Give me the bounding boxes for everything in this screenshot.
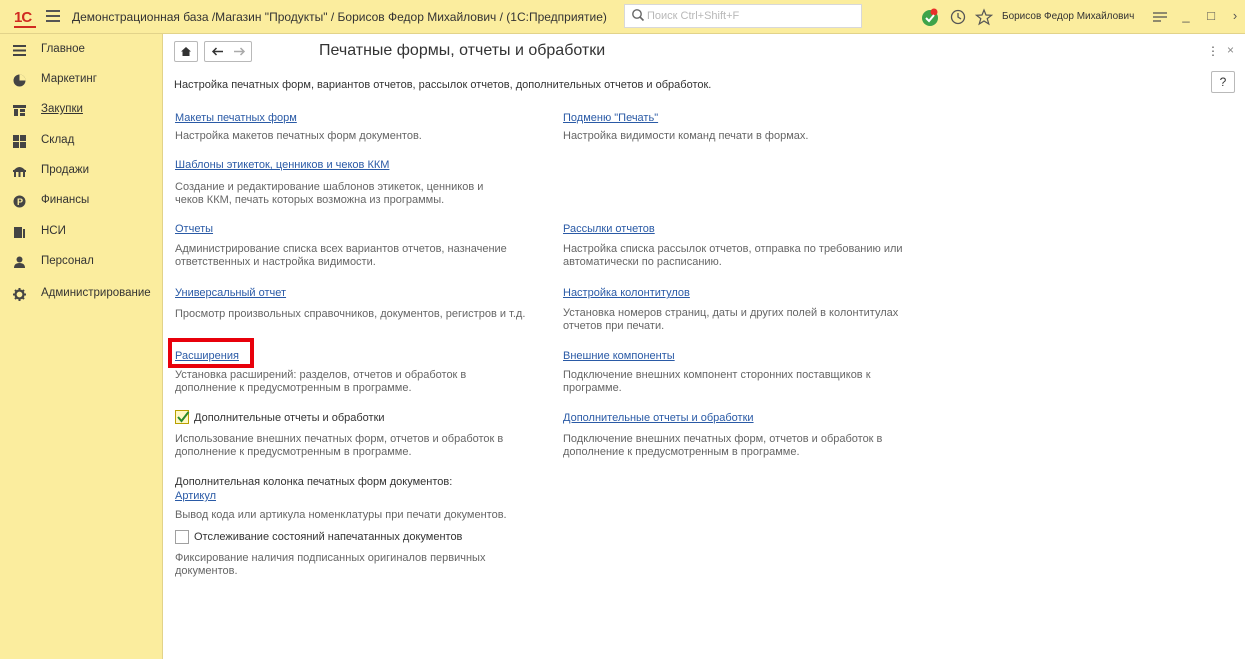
sections-panel: Главное Маркетинг Закупки Склад Продажи … <box>0 34 163 659</box>
report-mailing-link[interactable]: Рассылки отчетов <box>563 223 655 235</box>
sidebar-item-warehouse[interactable]: Склад <box>0 130 163 154</box>
global-search[interactable] <box>624 4 862 28</box>
sidebar-item-sales[interactable]: Продажи <box>0 160 163 184</box>
report-mailing-desc-2: автоматически по расписанию. <box>563 256 722 268</box>
nsi-icon <box>14 227 25 238</box>
back-arrow-icon[interactable] <box>208 42 228 61</box>
sidebar-item-administration[interactable]: Администрирование <box>0 283 163 307</box>
sidebar-item-label: Финансы <box>41 194 90 206</box>
svg-text:Р: Р <box>17 197 23 207</box>
favorites-star-icon[interactable] <box>974 7 994 27</box>
close-window-icon[interactable]: › <box>1226 6 1244 26</box>
extra-column-label: Дополнительная колонка печатных форм док… <box>175 476 453 488</box>
purchases-icon <box>13 105 26 116</box>
external-components-link[interactable]: Внешние компоненты <box>563 350 675 362</box>
forward-arrow-icon[interactable] <box>229 42 249 61</box>
external-components-desc-1: Подключение внешних компонент сторонних … <box>563 369 871 381</box>
home-button[interactable] <box>174 41 198 62</box>
sidebar-item-label: Маркетинг <box>41 73 97 85</box>
sidebar-item-marketing[interactable]: Маркетинг <box>0 69 163 93</box>
additional-reports-label[interactable]: Дополнительные отчеты и обработки <box>194 412 385 424</box>
reports-link[interactable]: Отчеты <box>175 223 213 235</box>
reports-desc-1: Администрирование списка всех вариантов … <box>175 243 507 255</box>
sidebar-item-label: Главное <box>41 43 85 55</box>
checkmark-icon <box>177 411 190 423</box>
history-icon[interactable] <box>948 7 968 27</box>
warehouse-icon <box>13 135 26 148</box>
more-actions-icon[interactable]: ⋮ <box>1207 44 1219 58</box>
tracking-desc-2: документов. <box>175 565 238 577</box>
maximize-icon[interactable]: □ <box>1200 6 1222 26</box>
extensions-desc-2: дополнение к предусмотренным в программе… <box>175 382 412 394</box>
gear-icon <box>13 288 26 301</box>
external-components-desc-2: программе. <box>563 382 622 394</box>
reports-desc-2: ответственных и настройка видимости. <box>175 256 376 268</box>
report-mailing-desc-1: Настройка списка рассылок отчетов, отпра… <box>563 243 903 255</box>
sidebar-item-personnel[interactable]: Персонал <box>0 251 163 275</box>
close-form-icon[interactable]: × <box>1227 43 1234 57</box>
sidebar-item-nsi[interactable]: НСИ <box>0 221 163 245</box>
personnel-icon <box>14 256 25 268</box>
finance-icon: Р <box>13 195 26 208</box>
article-desc: Вывод кода или артикула номенклатуры при… <box>175 509 507 521</box>
page-description: Настройка печатных форм, вариантов отчет… <box>174 79 712 91</box>
search-input[interactable] <box>647 8 847 24</box>
minimize-icon[interactable]: _ <box>1175 6 1197 26</box>
sidebar-item-purchases[interactable]: Закупки <box>0 99 163 123</box>
additional-reports-right-desc-1: Подключение внешних печатных форм, отчет… <box>563 433 883 445</box>
headers-footers-desc-2: отчетов при печати. <box>563 320 665 332</box>
print-submenu-desc: Настройка видимости команд печати в форм… <box>563 130 809 142</box>
additional-reports-link[interactable]: Дополнительные отчеты и обработки <box>563 412 754 424</box>
additional-reports-desc-2: дополнение к предусмотренным в программе… <box>175 446 412 458</box>
sidebar-item-label: Администрирование <box>41 287 151 299</box>
print-forms-desc: Настройка макетов печатных форм документ… <box>175 130 422 142</box>
help-button[interactable]: ? <box>1211 71 1235 93</box>
sales-icon <box>13 167 26 177</box>
settings-icon[interactable] <box>1150 7 1170 27</box>
print-submenu-link[interactable]: Подменю "Печать" <box>563 112 658 124</box>
tracking-checkbox[interactable] <box>175 530 189 544</box>
history-nav[interactable] <box>204 41 252 62</box>
marketing-icon <box>13 74 26 87</box>
label-templates-desc-1: Создание и редактирование шаблонов этике… <box>175 181 484 193</box>
notifications-icon[interactable] <box>920 7 940 27</box>
sidebar-item-label: Персонал <box>41 255 94 267</box>
sidebar-item-main[interactable]: Главное <box>0 39 163 63</box>
additional-reports-right-desc-2: дополнение к предусмотренным в программе… <box>563 446 800 458</box>
print-forms-link[interactable]: Макеты печатных форм <box>175 112 297 124</box>
window-title: Демонстрационная база /Магазин "Продукты… <box>72 10 607 24</box>
sidebar-item-label: Продажи <box>41 164 90 176</box>
sidebar-item-label: Закупки <box>41 103 83 115</box>
additional-reports-desc-1: Использование внешних печатных форм, отч… <box>175 433 504 445</box>
label-templates-desc-2: чеков ККМ, печать которых возможна из пр… <box>175 194 445 206</box>
home-icon <box>181 47 191 56</box>
tracking-label[interactable]: Отслеживание состояний напечатанных доку… <box>194 531 462 543</box>
universal-report-desc: Просмотр произвольных справочников, доку… <box>175 308 526 320</box>
extensions-desc-1: Установка расширений: разделов, отчетов … <box>175 369 467 381</box>
current-user[interactable]: Борисов Федор Михайлович <box>1002 11 1134 22</box>
sidebar-item-finance[interactable]: Р Финансы <box>0 190 163 214</box>
headers-footers-link[interactable]: Настройка колонтитулов <box>563 287 690 299</box>
article-link[interactable]: Артикул <box>175 490 216 502</box>
menu-icon <box>13 45 26 56</box>
sidebar-item-label: НСИ <box>41 225 66 237</box>
page-title: Печатные формы, отчеты и обработки <box>319 42 606 59</box>
search-icon <box>632 9 645 22</box>
title-bar: 1С Демонстрационная база /Магазин "Проду… <box>0 0 1245 34</box>
additional-reports-checkbox[interactable] <box>175 410 190 424</box>
extensions-link[interactable]: Расширения <box>175 350 239 362</box>
logo-underline <box>14 26 36 28</box>
universal-report-link[interactable]: Универсальный отчет <box>175 287 286 299</box>
label-templates-link[interactable]: Шаблоны этикеток, ценников и чеков ККМ <box>175 159 389 171</box>
main-content: Печатные формы, отчеты и обработки ⋮ × ?… <box>164 34 1245 659</box>
main-menu-icon[interactable] <box>46 10 60 22</box>
sidebar-item-label: Склад <box>41 134 75 146</box>
headers-footers-desc-1: Установка номеров страниц, даты и других… <box>563 307 899 319</box>
tracking-desc-1: Фиксирование наличия подписанных оригина… <box>175 552 486 564</box>
app-logo: 1С <box>14 9 32 26</box>
